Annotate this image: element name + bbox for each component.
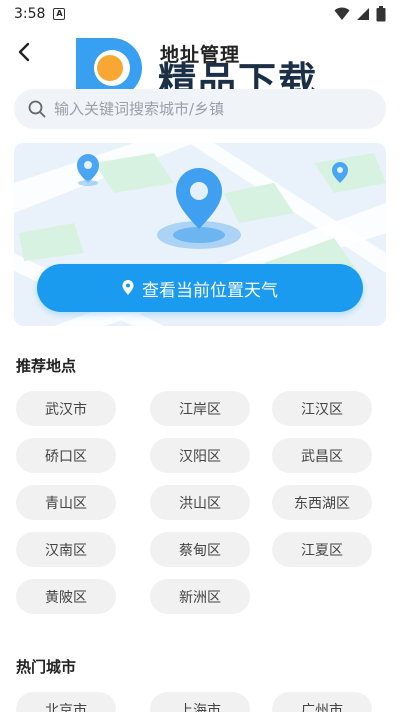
recommended-place-chip[interactable]: 武汉市 — [16, 391, 116, 426]
chevron-left-icon — [18, 42, 30, 62]
signal-icon — [357, 8, 369, 20]
hot-city-chip[interactable]: 上海市 — [150, 692, 250, 712]
notification-icon: A — [53, 8, 66, 20]
status-time: 3:58 — [14, 6, 46, 22]
recommended-place-chip[interactable]: 汉南区 — [16, 532, 116, 567]
search-input[interactable] — [54, 100, 354, 118]
recommended-place-chip[interactable]: 汉阳区 — [150, 438, 250, 473]
back-button[interactable] — [8, 36, 40, 68]
recommended-place-chip[interactable]: 硚口区 — [16, 438, 116, 473]
recommended-place-chip[interactable]: 江岸区 — [150, 391, 250, 426]
recommended-place-chip[interactable]: 洪山区 — [150, 485, 250, 520]
recommended-place-chip[interactable]: 江汉区 — [272, 391, 372, 426]
page-title: 地址管理 — [160, 44, 241, 66]
search-icon — [28, 100, 46, 118]
recommended-place-chip[interactable]: 武昌区 — [272, 438, 372, 473]
location-pin-icon — [122, 280, 134, 295]
recommended-place-chip[interactable]: 蔡甸区 — [150, 532, 250, 567]
current-location-weather-button[interactable]: 查看当前位置天气 — [37, 264, 363, 312]
battery-icon — [376, 6, 386, 22]
hot-city-chip[interactable]: 广州市 — [272, 692, 372, 712]
map-card: 查看当前位置天气 — [14, 143, 386, 326]
wifi-icon — [334, 7, 350, 20]
hot-cities-title: 热门城市 — [16, 658, 77, 676]
recommended-place-chip[interactable]: 青山区 — [16, 485, 116, 520]
recommended-title: 推荐地点 — [16, 357, 77, 375]
recommended-place-chip[interactable]: 江夏区 — [272, 532, 372, 567]
recommended-place-chip[interactable]: 东西湖区 — [272, 485, 372, 520]
hot-city-chip[interactable]: 北京市 — [16, 692, 116, 712]
search-bar[interactable] — [14, 89, 386, 129]
status-bar: 3:58 A — [0, 0, 400, 28]
recommended-place-chip[interactable]: 新洲区 — [150, 579, 250, 614]
status-icons — [334, 6, 386, 22]
app-header: 地址管理 — [0, 28, 400, 80]
current-location-weather-label: 查看当前位置天气 — [142, 280, 278, 301]
recommended-place-chip[interactable]: 黄陂区 — [16, 579, 116, 614]
